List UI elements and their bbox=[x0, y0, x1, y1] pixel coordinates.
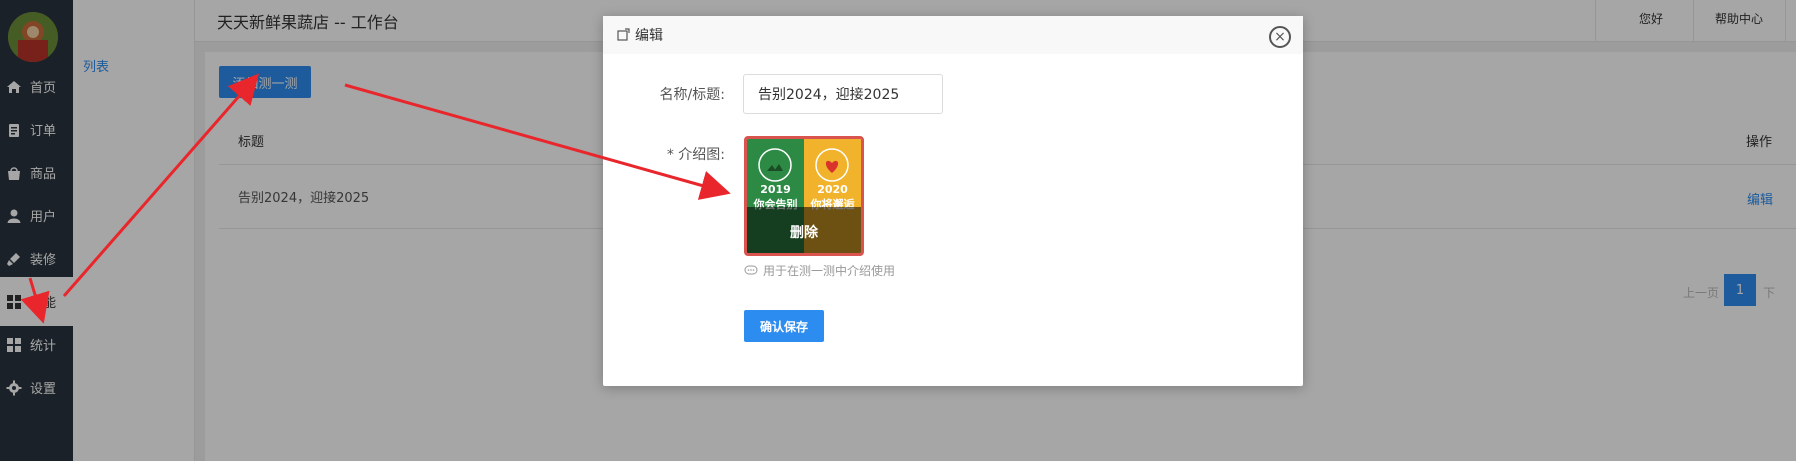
image-hint: 用于在测一测中介绍使用 bbox=[744, 262, 895, 279]
modal-header: 编辑 bbox=[603, 16, 1303, 54]
delete-image-button[interactable]: 删除 bbox=[747, 222, 861, 242]
name-input[interactable]: 告别2024，迎接2025 bbox=[743, 74, 943, 114]
modal-title: 编辑 bbox=[635, 28, 663, 44]
confirm-save-button[interactable]: 确认保存 bbox=[744, 310, 824, 342]
edit-modal: 编辑 × 名称/标题: 告别2024，迎接2025 * 介绍图: 2019 你会告… bbox=[603, 16, 1303, 386]
image-field-label: * 介绍图: bbox=[666, 147, 725, 163]
chat-bubble-icon bbox=[744, 265, 758, 274]
intro-image-uploader[interactable]: 2019 你会告别 2020 你将邂逅 删除 bbox=[744, 136, 864, 256]
edit-icon bbox=[617, 28, 630, 41]
close-icon[interactable]: × bbox=[1269, 26, 1291, 48]
name-field-label: 名称/标题: bbox=[659, 87, 725, 103]
image-hint-text: 用于在测一测中介绍使用 bbox=[763, 264, 896, 278]
